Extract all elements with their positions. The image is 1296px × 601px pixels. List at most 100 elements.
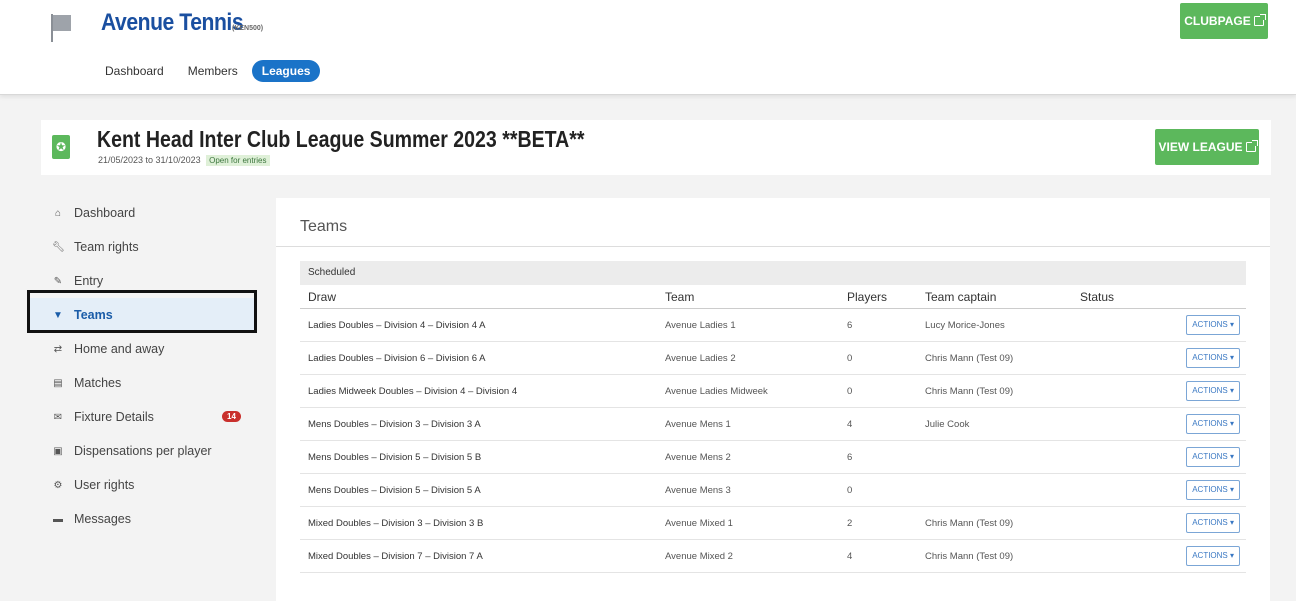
group-label-scheduled: Scheduled xyxy=(300,261,1246,285)
cell-players: 4 xyxy=(847,418,853,430)
comment-icon: ▬ xyxy=(53,513,63,525)
view-league-label: VIEW LEAGUE xyxy=(1158,140,1243,154)
sidebar-item-team-rights[interactable]: 🔧︎ Team rights xyxy=(30,230,256,264)
actions-button[interactable]: ACTIONS ▾ xyxy=(1186,447,1240,467)
league-title: Kent Head Inter Club League Summer 2023 … xyxy=(97,126,585,152)
table-row: Mens Doubles – Division 3 – Division 3 A… xyxy=(300,408,1246,441)
sidebar-item-label: User rights xyxy=(74,478,135,492)
column-header-team: Team xyxy=(665,290,695,304)
sidebar-item-label: Messages xyxy=(74,512,131,526)
cell-players: 6 xyxy=(847,319,853,331)
cell-captain: Chris Mann (Test 09) xyxy=(925,385,1014,397)
sidebar-item-home-and-away[interactable]: ⇄ Home and away xyxy=(30,332,256,366)
external-link-icon xyxy=(1245,140,1258,152)
table-row: Mens Doubles – Division 5 – Division 5 B… xyxy=(300,441,1246,474)
sidebar-item-label: Dispensations per player xyxy=(74,444,212,458)
table-row: Mens Doubles – Division 5 – Division 5 A… xyxy=(300,474,1246,507)
column-header-status: Status xyxy=(1080,290,1115,304)
nav-leagues[interactable]: Leagues xyxy=(251,60,321,82)
sidebar-item-user-rights[interactable]: ⚙ User rights xyxy=(30,468,256,502)
wrench-icon: 🔧︎ xyxy=(52,241,65,253)
cell-players: 0 xyxy=(847,484,853,496)
sidebar-item-label: Dashboard xyxy=(74,206,136,220)
actions-button[interactable]: ACTIONS ▾ xyxy=(1186,414,1240,434)
cell-draw: Mens Doubles – Division 3 – Division 3 A xyxy=(308,418,481,430)
cell-team: Avenue Mens 2 xyxy=(665,451,731,463)
cell-captain: Chris Mann (Test 09) xyxy=(925,517,1014,529)
actions-button[interactable]: ACTIONS ▾ xyxy=(1186,348,1240,368)
cell-draw: Mens Doubles – Division 5 – Division 5 B xyxy=(308,451,482,463)
cell-captain: Chris Mann (Test 09) xyxy=(925,550,1014,562)
sidebar-item-matches[interactable]: ▤ Matches xyxy=(30,366,256,400)
actions-button[interactable]: ACTIONS ▾ xyxy=(1186,480,1240,500)
cell-draw: Ladies Doubles – Division 4 – Division 4… xyxy=(308,319,486,331)
cell-draw: Ladies Midweek Doubles – Division 4 – Di… xyxy=(308,385,518,397)
league-dates: 21/05/2023 to 31/10/2023 Open for entrie… xyxy=(98,155,270,166)
nav-members[interactable]: Members xyxy=(178,60,248,82)
cell-draw: Mixed Doubles – Division 7 – Division 7 … xyxy=(308,550,483,562)
league-header: ✪ Kent Head Inter Club League Summer 202… xyxy=(41,120,1271,175)
sidebar-item-dispensations[interactable]: ▣ Dispensations per player xyxy=(30,434,256,468)
sidebar-item-label: Entry xyxy=(74,274,104,288)
cell-team: Avenue Mixed 2 xyxy=(665,550,733,562)
cell-captain: Lucy Morice-Jones xyxy=(925,319,1005,331)
view-league-button[interactable]: VIEW LEAGUE xyxy=(1155,129,1259,165)
cell-draw: Ladies Doubles – Division 6 – Division 6… xyxy=(308,352,486,364)
cell-team: Avenue Mixed 1 xyxy=(665,517,733,529)
sidebar-item-label: Fixture Details xyxy=(74,410,154,424)
column-header-players: Players xyxy=(847,290,888,304)
cell-players: 2 xyxy=(847,517,853,529)
teams-table: Draw Team Players Team captain Status La… xyxy=(300,286,1246,573)
table-row: Mixed Doubles – Division 3 – Division 3 … xyxy=(300,507,1246,540)
league-date-range: 21/05/2023 to 31/10/2023 xyxy=(98,155,201,165)
medal-icon: ✪ xyxy=(52,135,70,159)
flag-icon xyxy=(51,14,71,42)
sidebar-item-messages[interactable]: ▬ Messages xyxy=(30,502,256,536)
divider xyxy=(276,246,1270,247)
teams-highlight-box xyxy=(27,290,257,333)
swap-icon: ⇄ xyxy=(53,343,63,355)
top-nav: Dashboard Members Leagues xyxy=(95,60,321,82)
gear-icon: ⚙ xyxy=(53,479,63,491)
id-card-icon: ▣ xyxy=(53,445,63,457)
cell-captain: Julie Cook xyxy=(925,418,970,430)
club-name[interactable]: Avenue Tennis xyxy=(101,9,244,37)
actions-button[interactable]: ACTIONS ▾ xyxy=(1186,546,1240,566)
table-row: Ladies Doubles – Division 4 – Division 4… xyxy=(300,309,1246,342)
table-header: Draw Team Players Team captain Status xyxy=(300,286,1246,309)
column-header-captain: Team captain xyxy=(925,290,997,304)
clubpage-button[interactable]: CLUBPAGE xyxy=(1180,3,1268,39)
league-status-badge: Open for entries xyxy=(206,155,270,166)
teams-panel: Teams Scheduled Draw Team Players Team c… xyxy=(276,198,1270,601)
actions-button[interactable]: ACTIONS ▾ xyxy=(1186,315,1240,335)
cell-players: 4 xyxy=(847,550,853,562)
sidebar: ⌂ Dashboard 🔧︎ Team rights ✎ Entry ▼ Tea… xyxy=(30,196,256,536)
table-row: Ladies Doubles – Division 6 – Division 6… xyxy=(300,342,1246,375)
fixture-count-badge: 14 xyxy=(222,411,241,422)
sidebar-item-label: Home and away xyxy=(74,342,165,356)
cell-captain: Chris Mann (Test 09) xyxy=(925,352,1014,364)
envelope-icon: ✉ xyxy=(53,411,63,423)
calendar-icon: ▤ xyxy=(53,377,63,389)
table-row: Ladies Midweek Doubles – Division 4 – Di… xyxy=(300,375,1246,408)
cell-draw: Mens Doubles – Division 5 – Division 5 A xyxy=(308,484,481,496)
top-header: Avenue Tennis (KEN500) CLUBPAGE Dashboar… xyxy=(0,0,1296,95)
nav-dashboard[interactable]: Dashboard xyxy=(95,60,174,82)
external-link-icon xyxy=(1253,14,1266,26)
cell-team: Avenue Ladies Midweek xyxy=(665,385,768,397)
sidebar-item-fixture-details[interactable]: ✉ Fixture Details 14 xyxy=(30,400,256,434)
cell-team: Avenue Ladies 2 xyxy=(665,352,736,364)
cell-team: Avenue Mens 3 xyxy=(665,484,731,496)
cell-players: 6 xyxy=(847,451,853,463)
actions-button[interactable]: ACTIONS ▾ xyxy=(1186,381,1240,401)
page-title: Teams xyxy=(300,218,348,235)
sidebar-item-dashboard[interactable]: ⌂ Dashboard xyxy=(30,196,256,230)
pencil-icon: ✎ xyxy=(53,275,63,287)
cell-players: 0 xyxy=(847,385,853,397)
club-code: (KEN500) xyxy=(232,25,264,32)
cell-draw: Mixed Doubles – Division 3 – Division 3 … xyxy=(308,517,484,529)
actions-button[interactable]: ACTIONS ▾ xyxy=(1186,513,1240,533)
home-icon: ⌂ xyxy=(54,207,62,219)
cell-players: 0 xyxy=(847,352,853,364)
sidebar-item-label: Team rights xyxy=(74,240,139,254)
